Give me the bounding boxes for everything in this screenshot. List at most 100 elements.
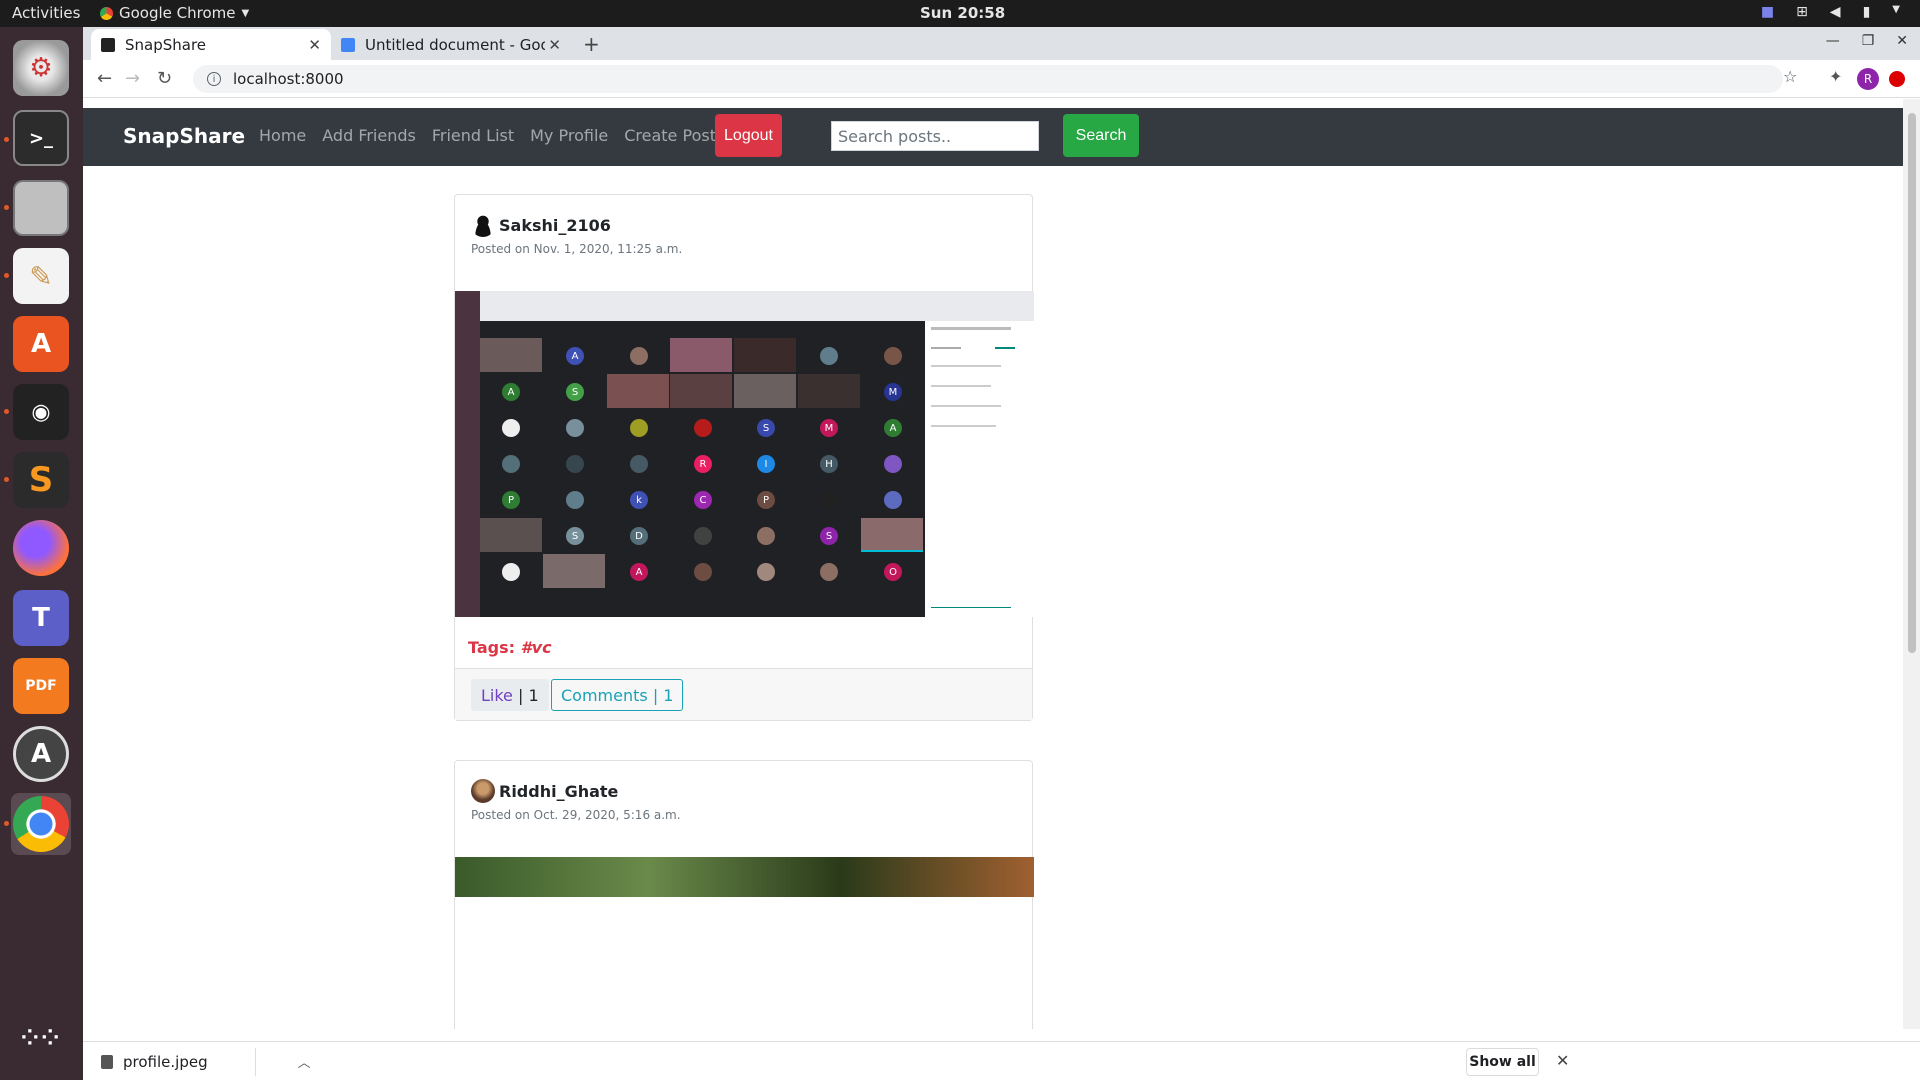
nav-friend-list[interactable]: Friend List [432,126,514,145]
like-button[interactable]: Like | 1 [471,679,549,711]
participant-avatar [820,563,838,581]
dock-item-text-editor[interactable]: ✎ [11,245,71,307]
download-filename: profile.jpeg [123,1052,208,1071]
volume-icon[interactable]: ◀ [1830,4,1841,20]
dock-item-sublime[interactable]: S [11,449,71,511]
dock-item-terminal[interactable]: >_ [11,107,71,169]
participant-avatar: M [820,419,838,437]
download-item[interactable]: profile.jpeg ︿ [101,1052,311,1071]
page-scrollbar[interactable] [1903,99,1920,1029]
participant-avatar [884,491,902,509]
tag-link[interactable]: #vc [521,638,552,657]
close-window-icon[interactable]: ✕ [1896,33,1908,49]
close-icon[interactable]: ✕ [548,36,561,54]
app-menu[interactable]: Google Chrome ▼ [100,4,249,22]
close-icon[interactable]: ✕ [308,36,321,54]
participant-video [734,374,796,408]
participant-avatar: S [566,527,584,545]
dock-item-vault[interactable]: ◉ [11,381,71,443]
post-image[interactable] [455,857,1034,897]
participant-avatar: P [757,491,775,509]
participant-avatar [566,455,584,473]
participant-video [480,338,542,372]
reload-icon[interactable]: ↻ [157,68,172,89]
dock-item-files[interactable] [11,177,71,239]
clock[interactable]: Sun 20:58 [920,4,1005,22]
chevron-up-icon[interactable]: ︿ [298,1052,311,1071]
participant-avatar: O [884,563,902,581]
participant-avatar: S [757,419,775,437]
participant-avatar [502,563,520,581]
nav-my-profile[interactable]: My Profile [530,126,608,145]
dock-item-firefox[interactable] [11,517,71,579]
dock-item-settings[interactable]: ⚙ [11,37,71,99]
extensions-icon[interactable]: ✦ [1829,67,1842,86]
participant-avatar [502,455,520,473]
address-bar[interactable]: i localhost:8000 [193,65,1783,93]
chevron-down-icon[interactable]: ▼ [1892,4,1900,20]
system-tray[interactable]: ■ ⊞ ◀ ▮ ▼ [1761,4,1900,20]
software-updater-icon: A [13,726,69,782]
dock-item-pdf[interactable]: PDF [11,655,71,717]
extension-red-icon[interactable] [1889,71,1905,87]
profile-avatar[interactable]: R [1857,68,1879,90]
app-name: Google Chrome [119,4,236,22]
participant-avatar: S [566,383,584,401]
nav-create-post[interactable]: Create Post [624,126,716,145]
participant-video [734,338,796,372]
participant-video [861,518,923,552]
tab-snapshare[interactable]: SnapShare ✕ [91,29,331,60]
participant-avatar: I [757,455,775,473]
forward-icon[interactable]: → [125,68,140,89]
file-icon [101,1054,113,1069]
settings-icon: ⚙ [13,40,69,96]
close-icon[interactable]: ✕ [1556,1051,1569,1070]
search-button[interactable]: Search [1063,114,1139,157]
nav-add-friends[interactable]: Add Friends [322,126,416,145]
network-icon[interactable]: ⊞ [1796,4,1808,20]
search-input[interactable] [831,121,1039,151]
participant-avatar [884,455,902,473]
nav-home[interactable]: Home [259,126,306,145]
participant-avatar: R [694,455,712,473]
teams-tray-icon[interactable]: ■ [1761,4,1774,20]
pdf-icon: PDF [13,658,69,714]
author-name: Riddhi_Ghate [499,781,619,801]
restore-icon[interactable]: ❐ [1862,33,1875,49]
scrollbar-thumb[interactable] [1908,113,1916,653]
participant-avatar: A [502,383,520,401]
battery-icon[interactable]: ▮ [1863,4,1871,20]
like-label: Like [481,685,513,705]
activities-button[interactable]: Activities [12,4,80,22]
show-all-button[interactable]: Show all [1466,1048,1539,1076]
post-card: Sakshi_2106 Posted on Nov. 1, 2020, 11:2… [454,194,1034,721]
participant-avatar: H [820,455,838,473]
post-card: Riddhi_Ghate Posted on Oct. 29, 2020, 5:… [454,760,1034,1029]
post-date: Posted on Oct. 29, 2020, 5:16 a.m. [471,808,681,822]
back-icon[interactable]: ← [97,68,112,89]
dock-item-updater[interactable]: A [11,723,71,785]
participant-video [670,374,732,408]
post-author[interactable]: Riddhi_Ghate [471,779,618,803]
participant-avatar: C [694,491,712,509]
site-brand[interactable]: SnapShare [123,124,245,148]
minimize-icon[interactable]: — [1826,33,1840,49]
app-grid-icon: ⁘⁘ [20,1025,62,1051]
bookmark-star-icon[interactable]: ☆ [1783,67,1797,86]
info-icon[interactable]: i [207,72,221,86]
dock-item-software[interactable]: A [11,313,71,375]
participant-avatar: D [630,527,648,545]
comments-button[interactable]: Comments | 1 [551,679,684,711]
site-navbar: SnapShare Home Add Friends Friend List M… [83,108,1903,166]
terminal-icon: >_ [13,110,69,166]
dock-item-teams[interactable]: T [11,587,71,649]
post-author[interactable]: Sakshi_2106 [471,213,611,237]
show-applications-button[interactable]: ⁘⁘ [11,1007,71,1069]
tab-untitled-document[interactable]: Untitled document - Goog ✕ [331,29,571,60]
screenshot-dock [455,291,480,617]
new-tab-button[interactable]: + [583,32,600,56]
dock-item-chrome[interactable] [11,793,71,855]
like-separator: | [512,685,529,705]
logout-button[interactable]: Logout [715,114,782,157]
post-image[interactable]: A A S M S M A R I H P k C P S D S A O [455,291,1034,617]
